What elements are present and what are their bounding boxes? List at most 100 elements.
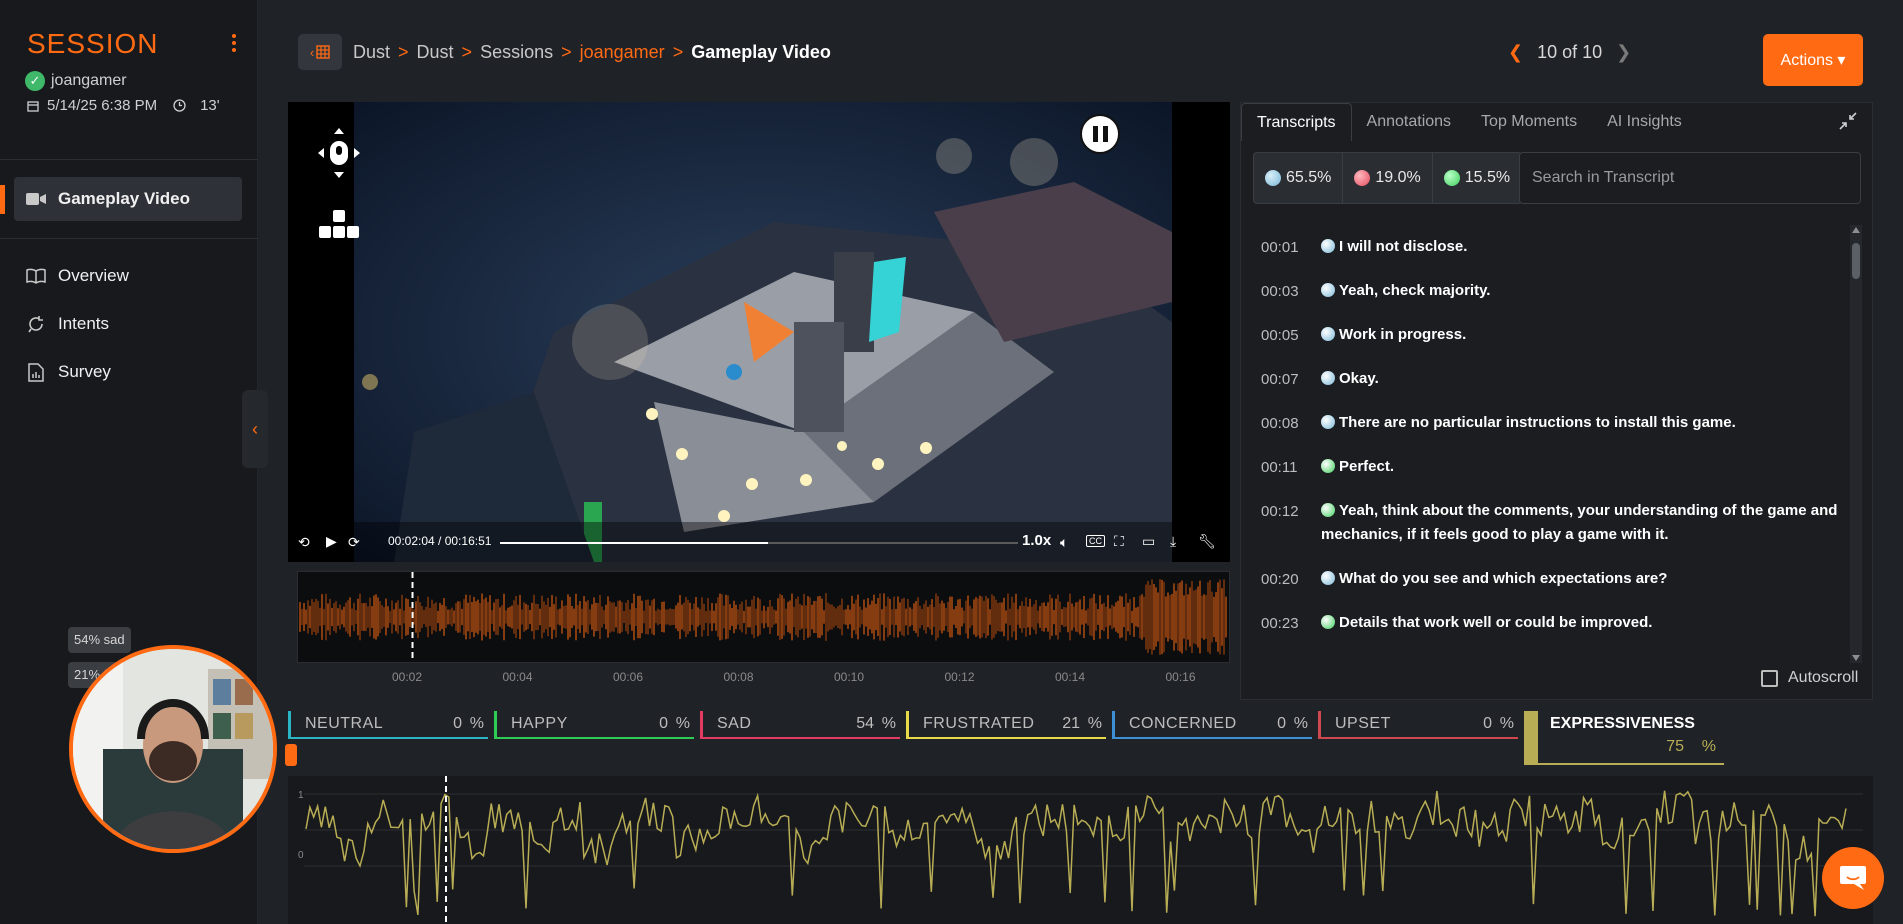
percent-sign: % [1087,715,1102,732]
tab-transcripts[interactable]: Transcripts [1241,103,1352,141]
session-menu-icon[interactable] [228,34,240,56]
transcript-row[interactable]: 00:23 Details that work well or could be … [1261,614,1841,635]
video-progress-track[interactable] [500,542,1018,544]
waveform-time-axis: 00:02 00:04 00:06 00:08 00:10 00:12 00:14 00:16 [297,664,1230,688]
captions-icon[interactable]: CC [1086,535,1105,547]
audio-waveform[interactable] [297,571,1230,663]
grid-view-button[interactable]: ‹ [298,34,342,70]
video-player[interactable]: ⟲ ▶ ⟳ 00:02:04 / 00:16:51 1.0x 🔈︎ CC ⛶ ▭… [288,102,1230,562]
transcript-row[interactable]: 00:20 What do you see and which expectati… [1261,570,1841,591]
emotion-upset[interactable]: UPSET 0% [1318,711,1518,739]
tab-ai-insights[interactable]: AI Insights [1592,103,1697,141]
transcript-text: I will not disclose. [1339,238,1468,255]
emotion-label: SAD [717,715,752,732]
autoscroll-checkbox[interactable] [1761,669,1778,687]
previous-arrow-icon[interactable]: ❮ [1508,42,1523,63]
session-duration: 13' [200,97,220,114]
emotion-happy[interactable]: HAPPY 0% [494,711,694,739]
fullscreen-icon[interactable]: ⛶ [1114,533,1124,550]
transcript-row[interactable]: 00:08 There are no particular instruction… [1261,414,1841,435]
download-icon[interactable]: ⤓ [1170,533,1176,550]
emotion-frustrated[interactable]: FRUSTRATED 21% [906,711,1106,739]
emotion-concerned[interactable]: CONCERNED 0% [1112,711,1312,739]
transcript-text-wrap: Perfect. [1321,455,1841,479]
transcript-timestamp[interactable]: 00:11 [1261,459,1307,479]
transcript-search-input[interactable] [1519,152,1861,204]
emotion-value: 21 [1062,715,1080,732]
webcam-feed[interactable] [69,645,277,853]
breadcrumb-item[interactable]: Sessions [480,42,553,63]
expressiveness-chart[interactable]: 10 [288,776,1873,924]
tab-annotations[interactable]: Annotations [1352,103,1467,141]
transcript-row[interactable]: 00:01 I will not disclose. [1261,238,1841,259]
autoscroll-label: Autoscroll [1788,669,1859,686]
emotion-neutral[interactable]: NEUTRAL 0% [288,711,488,739]
transcript-timestamp[interactable]: 00:23 [1261,615,1307,635]
emotion-label: CONCERNED [1129,715,1237,732]
transcript-row[interactable]: 00:12 Yeah, think about the comments, you… [1261,502,1841,547]
next-arrow-icon[interactable]: ❯ [1616,42,1631,63]
actions-button[interactable]: Actions ▾ [1763,34,1863,86]
theater-mode-icon[interactable]: ▭ [1142,533,1155,550]
mood-orb-icon [1321,459,1335,473]
nav-item-overview[interactable]: Overview [14,254,242,298]
transcript-text: What do you see and which expectations a… [1339,570,1668,587]
chat-support-button[interactable] [1822,847,1884,909]
nav-label: Intents [58,314,110,333]
transcript-row[interactable]: 00:05 Work in progress. [1261,326,1841,347]
transcript-timestamp[interactable]: 00:12 [1261,503,1307,547]
forward-5-icon[interactable]: ⟳ [348,534,360,551]
transcript-text-wrap: Yeah, check majority. [1321,279,1841,303]
nav-item-intents[interactable]: Intents [14,302,242,346]
sentiment-neutral[interactable]: 65.5% [1254,153,1344,203]
play-icon[interactable]: ▶ [326,533,337,550]
transcript-timestamp[interactable]: 00:20 [1261,571,1307,591]
playback-speed[interactable]: 1.0x [1022,532,1051,549]
transcript-timestamp[interactable]: 00:08 [1261,415,1307,435]
rewind-5-icon[interactable]: ⟲ [298,534,310,551]
transcript-timestamp[interactable]: 00:03 [1261,283,1307,303]
pause-button[interactable] [1080,114,1120,154]
expressiveness-metric: EXPRESSIVENESS 75 % [1524,711,1724,765]
transcript-row[interactable]: 00:07 Okay. [1261,370,1841,391]
nav-item-survey[interactable]: Survey [14,350,242,394]
sentiment-value: 15.5% [1464,169,1511,186]
volume-icon[interactable]: 🔈︎ [1060,534,1068,551]
percent-sign: % [1701,738,1716,755]
breadcrumb-item[interactable]: Dust [353,42,390,63]
sentiment-positive[interactable]: 15.5% [1433,153,1521,203]
nav-item-gameplay-video[interactable]: Gameplay Video [14,177,242,221]
mood-orb-icon [1321,503,1335,517]
autoscroll-toggle[interactable]: Autoscroll [1761,669,1858,687]
nav-label: Overview [58,266,129,285]
sidebar-collapse-button[interactable]: ‹ [242,390,268,468]
tab-top-moments[interactable]: Top Moments [1466,103,1592,141]
resize-handle-icon[interactable] [285,744,297,766]
settings-wrench-icon[interactable]: 🔧︎ [1198,533,1216,550]
transcript-text: Yeah, check majority. [1339,282,1491,299]
waveform-tick-label: 00:16 [1165,670,1196,684]
sentiment-negative[interactable]: 19.0% [1343,153,1433,203]
minimize-panel-icon[interactable] [1838,111,1858,131]
breadcrumb-item[interactable]: Dust [417,42,454,63]
transcript-scrollbar[interactable] [1850,225,1862,663]
transcript-row[interactable]: 00:03 Yeah, check majority. [1261,282,1841,303]
gameplay-video-frame [354,102,1172,562]
waveform-graph [299,572,1227,662]
emotion-sad[interactable]: SAD 54% [700,711,900,739]
emotion-label: FRUSTRATED [923,715,1035,732]
waveform-tick-label: 00:06 [612,670,644,684]
breadcrumb: Dust > Dust > Sessions > joangamer > Gam… [353,42,831,63]
scroll-up-icon[interactable] [1852,227,1860,233]
breadcrumb-item[interactable]: joangamer [580,42,665,63]
sentiment-summary: 65.5% 19.0% 15.5% [1253,152,1523,204]
transcript-timestamp[interactable]: 00:01 [1261,239,1307,259]
scroll-down-icon[interactable] [1852,655,1860,661]
transcript-row[interactable]: 00:11 Perfect. [1261,458,1841,479]
mood-orb-icon [1321,571,1335,585]
transcript-timestamp[interactable]: 00:05 [1261,327,1307,347]
chart-y-tick: 0 [298,850,304,861]
transcript-text-wrap: Okay. [1321,367,1841,391]
transcript-timestamp[interactable]: 00:07 [1261,371,1307,391]
scroll-thumb[interactable] [1852,243,1860,279]
